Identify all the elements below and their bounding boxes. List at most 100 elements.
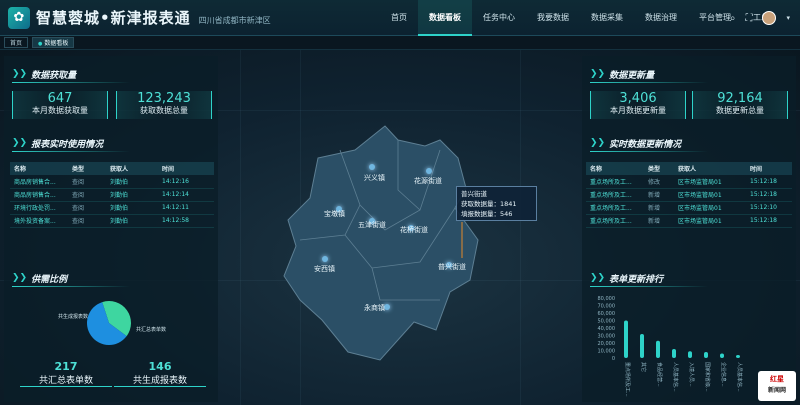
cell: 重点场所及工... (586, 175, 644, 189)
cell: 查阅 (68, 188, 106, 202)
table-row[interactable]: 重点场所及工... 新增 区市场监管局01 15:12:18 (586, 214, 792, 228)
stat-month-acquire: 647 本月数据获取量 (12, 91, 108, 119)
usage-title: 报表实时使用情况 (31, 139, 104, 150)
col-type: 类型 (68, 162, 106, 175)
realtime-title: 实时数据更新情况 (609, 139, 682, 150)
watermark-badge: 红星 新闻网 (758, 371, 796, 401)
generated-label: 共生成报表数 (132, 376, 187, 386)
cell: 刘勤伯 (106, 188, 158, 202)
cell: 查阅 (68, 175, 106, 189)
ranking-chart: 80,000 70,00060,000 50,00040,000 30,00020,0… (598, 296, 744, 397)
cell: 刘勤伯 (106, 214, 158, 228)
table-row[interactable]: 商品房销售合... 查阅 刘勤伯 14:12:14 (10, 188, 214, 202)
bar[interactable] (672, 349, 676, 358)
y-tick-label: 0 (612, 356, 615, 362)
cell: 重点场所及工... (586, 188, 644, 202)
cell: 新增 (644, 201, 674, 215)
cell: 区市场监管局01 (674, 188, 746, 202)
stat-label: 本月数据更新量 (610, 106, 666, 115)
y-tick-label: 10,000 (598, 349, 616, 355)
cell: 15:12:10 (746, 201, 792, 215)
cell: 刘勤伯 (106, 201, 158, 215)
bar[interactable] (736, 355, 740, 358)
chevrons-icon: ❯❯ (590, 138, 606, 148)
tooltip-fill-value: 546 (500, 210, 513, 218)
section-title-acquire: ❯❯ 数据获取量 (12, 67, 130, 83)
bar[interactable] (688, 351, 692, 358)
stat-label: 数据更新总量 (716, 106, 764, 115)
x-tick-label: 其它 (640, 362, 647, 372)
col-user: 获取人 (674, 162, 746, 175)
section-title-realtime: ❯❯ 实时数据更新情况 (590, 136, 708, 152)
cell: 15:12:18 (746, 214, 792, 228)
x-tick-label: 食品经营... (656, 362, 663, 387)
section-title-ranking: ❯❯ 表单更新排行 (590, 271, 708, 287)
table-header: 名称 类型 获取人 时间 (586, 162, 792, 175)
x-tick-label: 入境人员... (688, 362, 695, 387)
summary-count: 217 共汇总表单数 (20, 360, 112, 387)
cell: 查阅 (68, 214, 106, 228)
table-row[interactable]: 商品房销售合... 查阅 刘勤伯 14:12:16 (10, 175, 214, 189)
town-label: 五津街道 (358, 221, 386, 229)
town-label: 安西镇 (314, 265, 335, 273)
x-tick-label: 企业信息... (720, 362, 727, 387)
tooltip-title: 普兴街道 (461, 190, 487, 198)
table-row[interactable]: 重点场所及工... 修改 区市场监管局01 15:12:18 (586, 175, 792, 189)
realtime-table: 名称 类型 获取人 时间 重点场所及工... 修改 区市场监管局01 15:12:18… (586, 162, 792, 228)
cell: 区市场监管局01 (674, 201, 746, 215)
stat-total-acquire: 123,243 获取数据总量 (116, 91, 212, 119)
table-row[interactable]: 重点场所及工... 新增 区市场监管局01 15:12:18 (586, 188, 792, 202)
chevrons-icon: ❯❯ (590, 69, 606, 79)
cell: 15:12:18 (746, 175, 792, 189)
tooltip-acquire-label: 获取数据量： (461, 200, 500, 208)
chevrons-icon: ❯❯ (12, 138, 28, 148)
town-label: 兴义镇 (364, 174, 385, 182)
y-tick-label: 40,000 (598, 326, 616, 332)
tooltip-acquire-value: 1841 (500, 200, 517, 208)
tooltip-fill-label: 填报数据量： (461, 210, 500, 218)
y-tick-label: 30,000 (598, 334, 616, 340)
cell: 商品房销售合... (10, 188, 68, 202)
col-type: 类型 (644, 162, 674, 175)
acquire-title: 数据获取量 (31, 70, 77, 81)
generated-count: 146 共生成报表数 (114, 360, 206, 387)
y-tick-label: 70,000 (598, 304, 616, 310)
y-tick-label: 60,000 (598, 311, 616, 317)
map-region (283, 125, 479, 361)
town-label: 永商镇 (364, 304, 385, 312)
table-row[interactable]: 重点场所及工... 新增 区市场监管局01 15:12:10 (586, 201, 792, 215)
cell: 重点场所及工... (586, 214, 644, 228)
chevrons-icon: ❯❯ (12, 273, 28, 283)
town-label: 普兴街道 (438, 263, 466, 271)
bar[interactable] (640, 334, 644, 358)
badge-line1: 红星 (770, 375, 784, 383)
cell: 重点场所及工... (586, 201, 644, 215)
cell: 商品房销售合... (10, 175, 68, 189)
map-marker[interactable] (369, 164, 375, 170)
pie-legend-a: 共生成报表数 (58, 314, 89, 320)
y-tick-label: 80,000 (598, 296, 616, 302)
cell: 区市场监管局01 (674, 214, 746, 228)
generated-value: 146 (148, 360, 172, 373)
map-marker[interactable] (426, 168, 432, 174)
bar[interactable] (720, 353, 724, 359)
bar[interactable] (656, 340, 660, 358)
table-row[interactable]: 境外投资备案... 查阅 刘勤伯 14:12:58 (10, 214, 214, 228)
map-marker[interactable] (322, 256, 328, 262)
cell: 14:12:11 (158, 201, 214, 215)
stat-label: 获取数据总量 (140, 106, 188, 115)
summary-label: 共汇总表单数 (38, 376, 93, 386)
cell: 新增 (644, 188, 674, 202)
stat-value: 647 (47, 91, 73, 106)
chevrons-icon: ❯❯ (590, 273, 606, 283)
col-time: 时间 (746, 162, 792, 175)
supply-title: 供需比例 (31, 274, 68, 285)
cell: 15:12:18 (746, 188, 792, 202)
col-time: 时间 (158, 162, 214, 175)
table-row[interactable]: 环境行政处罚... 查阅 刘勤伯 14:12:11 (10, 201, 214, 215)
bar[interactable] (704, 352, 708, 358)
cell: 刘勤伯 (106, 175, 158, 189)
bar[interactable] (624, 320, 628, 359)
update-title: 数据更新量 (609, 70, 655, 81)
stat-value: 92,164 (717, 91, 763, 106)
